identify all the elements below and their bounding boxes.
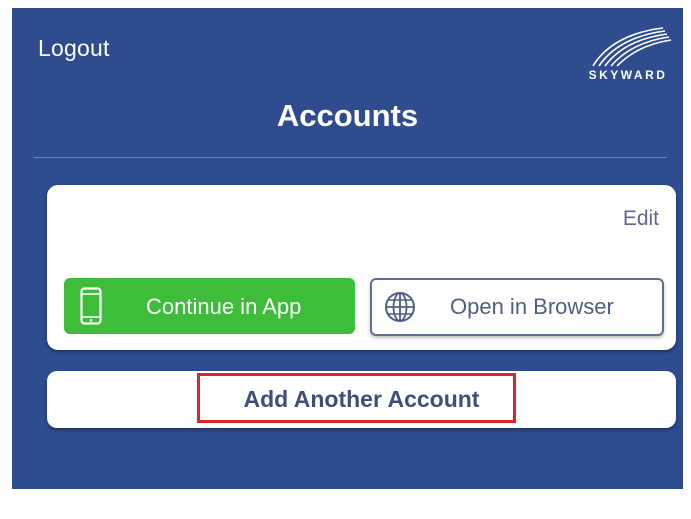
skyward-logo: SKYWARD [579,22,677,82]
phone-icon [80,287,102,325]
edit-button[interactable]: Edit [623,207,659,231]
continue-in-app-label: Continue in App [146,294,302,319]
header-divider [34,157,667,158]
open-in-browser-button[interactable]: Open in Browser [370,278,664,336]
globe-icon [382,289,418,325]
logo-text: SKYWARD [589,68,668,82]
app-screen: Logout SKYWARD Accounts Edit Continue in… [12,8,683,489]
account-card: Edit Continue in App Open in Browser [47,185,676,350]
add-account-card[interactable]: Add Another Account [47,371,676,428]
logout-button[interactable]: Logout [38,35,110,62]
open-in-browser-label: Open in Browser [450,294,614,319]
continue-in-app-button[interactable]: Continue in App [64,278,355,334]
add-another-account-button[interactable]: Add Another Account [47,386,676,413]
page-title: Accounts [276,98,419,133]
skyward-logo-icon: SKYWARD [589,27,672,82]
